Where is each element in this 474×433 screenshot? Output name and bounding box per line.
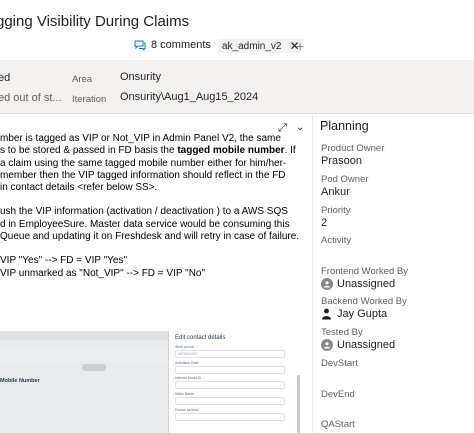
devend-label: DevEnd <box>321 389 355 400</box>
tag-label: ak_admin_v2 <box>222 40 282 52</box>
area-label: Area <box>72 74 93 85</box>
shot-panel-title: Edit contact details <box>175 335 226 341</box>
product-owner-label: Product Owner <box>321 143 385 154</box>
tested-label: Tested By <box>321 327 363 338</box>
priority-label: Priority <box>321 205 351 216</box>
qastart-label: QAStart <box>321 419 355 430</box>
unassigned-avatar-icon <box>321 278 333 290</box>
priority-field[interactable]: 2 <box>321 217 327 229</box>
comments-link[interactable]: 8 comments <box>134 39 211 51</box>
reason-field[interactable]: ed out of st... <box>0 92 62 104</box>
desc-line: VIP "Yes" --> FD = VIP "Yes" <box>0 255 128 267</box>
chevron-down-icon[interactable]: ⌄ <box>296 122 304 133</box>
backend-field[interactable]: Jay Gupta <box>321 308 387 320</box>
desc-line: in contact details <refer below SS>. <box>0 182 158 194</box>
comments-count: 8 comments <box>151 39 211 51</box>
frontend-field[interactable]: Unassigned <box>321 278 395 290</box>
activity-label: Activity <box>321 235 352 246</box>
pod-owner-field[interactable]: Ankur <box>321 186 350 198</box>
work-item-title[interactable]: gging Visibility During Claims <box>0 13 189 30</box>
devstart-label: DevStart <box>321 358 358 369</box>
shot-contact-panel: Edit contact details Work phone 98765432… <box>168 331 303 433</box>
desc-line: VIP unmarked as "Not_VIP" --> FD = VIP "… <box>0 267 206 279</box>
desc-line: mber is tagged as VIP or Not_VIP in Admi… <box>0 133 281 144</box>
desc-line: d in EmployeeSure. Master data service w… <box>0 218 290 230</box>
add-tag-icon[interactable]: + <box>296 38 304 54</box>
iteration-label: Iteration <box>72 94 107 105</box>
backend-label: Backend Worked By <box>321 296 407 307</box>
unassigned-avatar-icon <box>321 339 333 351</box>
frontend-label: Frontend Worked By <box>321 266 408 277</box>
field-band: ed ed out of st... Area Iteration Onsuri… <box>0 60 474 114</box>
tested-field[interactable]: Unassigned <box>321 339 395 351</box>
desc-line: member then the VIP tagged information s… <box>0 169 286 181</box>
shot-mobile-label: Mobile Number <box>0 378 40 384</box>
desc-line: ush the VIP information (activation / de… <box>0 206 288 218</box>
panel-divider <box>312 115 313 433</box>
desc-line: s to be stored & passed in FD basis the … <box>0 145 296 157</box>
state-field[interactable]: ed <box>0 72 10 84</box>
desc-line: Queue and updating it on Freshdesk and w… <box>0 231 300 243</box>
user-avatar-icon <box>322 308 331 320</box>
description-body[interactable]: mber is tagged as VIP or Not_VIP in Admi… <box>0 133 308 280</box>
bold-text: tagged mobile number <box>177 145 285 157</box>
pod-owner-label: Pod Owner <box>321 174 369 185</box>
embedded-screenshot[interactable]: Mobile Number Edit contact details Work … <box>0 331 303 433</box>
planning-title: Planning <box>320 119 369 133</box>
desc-line: a claim using the same tagged mobile num… <box>0 157 287 169</box>
area-value[interactable]: Onsurity <box>120 71 161 83</box>
iteration-value[interactable]: Onsurity\Aug1_Aug15_2024 <box>120 91 258 103</box>
comment-icon <box>134 40 146 51</box>
product-owner-field[interactable]: Prasoon <box>321 155 362 167</box>
tag-chip[interactable]: ak_admin_v2 ✕ <box>218 39 304 53</box>
